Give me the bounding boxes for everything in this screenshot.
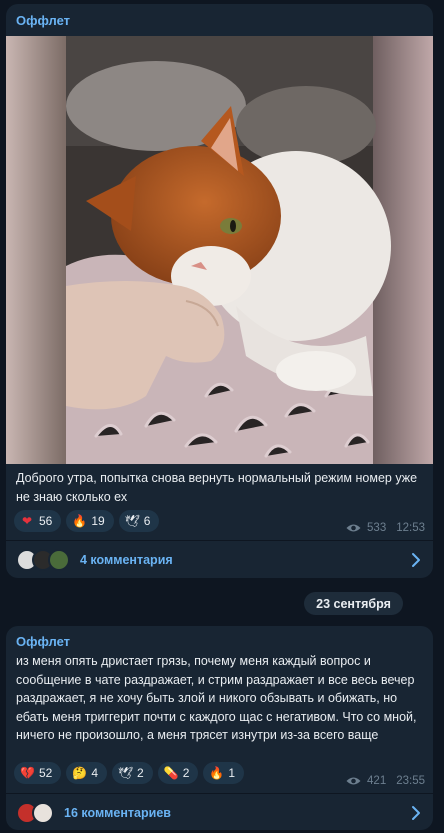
reaction-broken-heart[interactable]: 💔 52 — [14, 762, 62, 784]
post-meta: 421 23:55 — [346, 775, 425, 787]
channel-post: Оффлет Доброго утра, попытка снова верну… — [6, 4, 433, 578]
reaction-count: 52 — [39, 766, 53, 780]
post-caption: из меня опять дристает грязь, почему мен… — [16, 654, 417, 742]
commenter-avatars — [16, 548, 70, 571]
post-meta: 533 12:53 — [346, 522, 425, 534]
chevron-right-icon — [412, 553, 420, 567]
view-count: 533 — [367, 522, 387, 534]
reaction-count: 56 — [39, 514, 53, 528]
reaction-fire[interactable]: 🔥 1 — [203, 762, 245, 784]
fire-icon: 🔥 — [72, 514, 88, 528]
comments-button[interactable]: 4 комментария — [6, 540, 433, 578]
channel-name[interactable]: Оффлет — [16, 13, 70, 28]
avatar — [32, 801, 54, 824]
channel-name[interactable]: Оффлет — [16, 634, 70, 649]
date-separator: 23 сентября — [304, 592, 403, 615]
reaction-count: 19 — [91, 514, 105, 528]
commenter-avatars — [16, 801, 54, 824]
post-photo[interactable] — [6, 36, 433, 464]
reaction-dove[interactable]: 🕊 2 — [112, 762, 153, 784]
red-heart-icon: ❤ — [21, 514, 33, 528]
post-time: 12:53 — [396, 522, 425, 534]
post-caption: Доброго утра, попытка снова вернуть норм… — [16, 471, 418, 504]
reaction-fire[interactable]: 🔥 19 — [66, 510, 114, 532]
reaction-count: 6 — [143, 514, 151, 528]
reactions-bar: 💔 52 🤔 4 🕊 2 💊 2 🔥 1 — [14, 762, 245, 784]
reaction-count: 1 — [228, 766, 236, 780]
reactions-bar: ❤ 56 🔥 19 🕊 6 — [14, 510, 160, 532]
reaction-count: 4 — [91, 766, 99, 780]
view-count: 421 — [367, 775, 387, 787]
eye-icon — [346, 524, 361, 532]
channel-post: Оффлет из меня опять дристает грязь, поч… — [6, 626, 433, 830]
broken-heart-icon: 💔 — [20, 766, 35, 780]
post-time: 23:55 — [396, 775, 425, 787]
fire-icon: 🔥 — [209, 766, 225, 780]
chevron-right-icon — [412, 806, 420, 820]
eye-icon — [346, 777, 361, 785]
thinking-face-icon: 🤔 — [72, 766, 88, 780]
comments-button[interactable]: 16 комментариев — [6, 793, 433, 830]
dove-icon: 🕊 — [118, 766, 134, 780]
reaction-dove[interactable]: 🕊 6 — [118, 510, 160, 532]
pill-icon: 💊 — [163, 766, 179, 780]
reaction-thinking[interactable]: 🤔 4 — [66, 762, 108, 784]
reaction-count: 2 — [182, 766, 190, 780]
dove-icon: 🕊 — [124, 514, 140, 528]
comments-count: 16 комментариев — [64, 805, 171, 820]
comments-count: 4 комментария — [80, 552, 173, 567]
reaction-pill[interactable]: 💊 2 — [157, 762, 199, 784]
reaction-count: 2 — [137, 766, 144, 780]
reaction-heart[interactable]: ❤ 56 — [14, 510, 62, 532]
avatar — [48, 548, 70, 571]
